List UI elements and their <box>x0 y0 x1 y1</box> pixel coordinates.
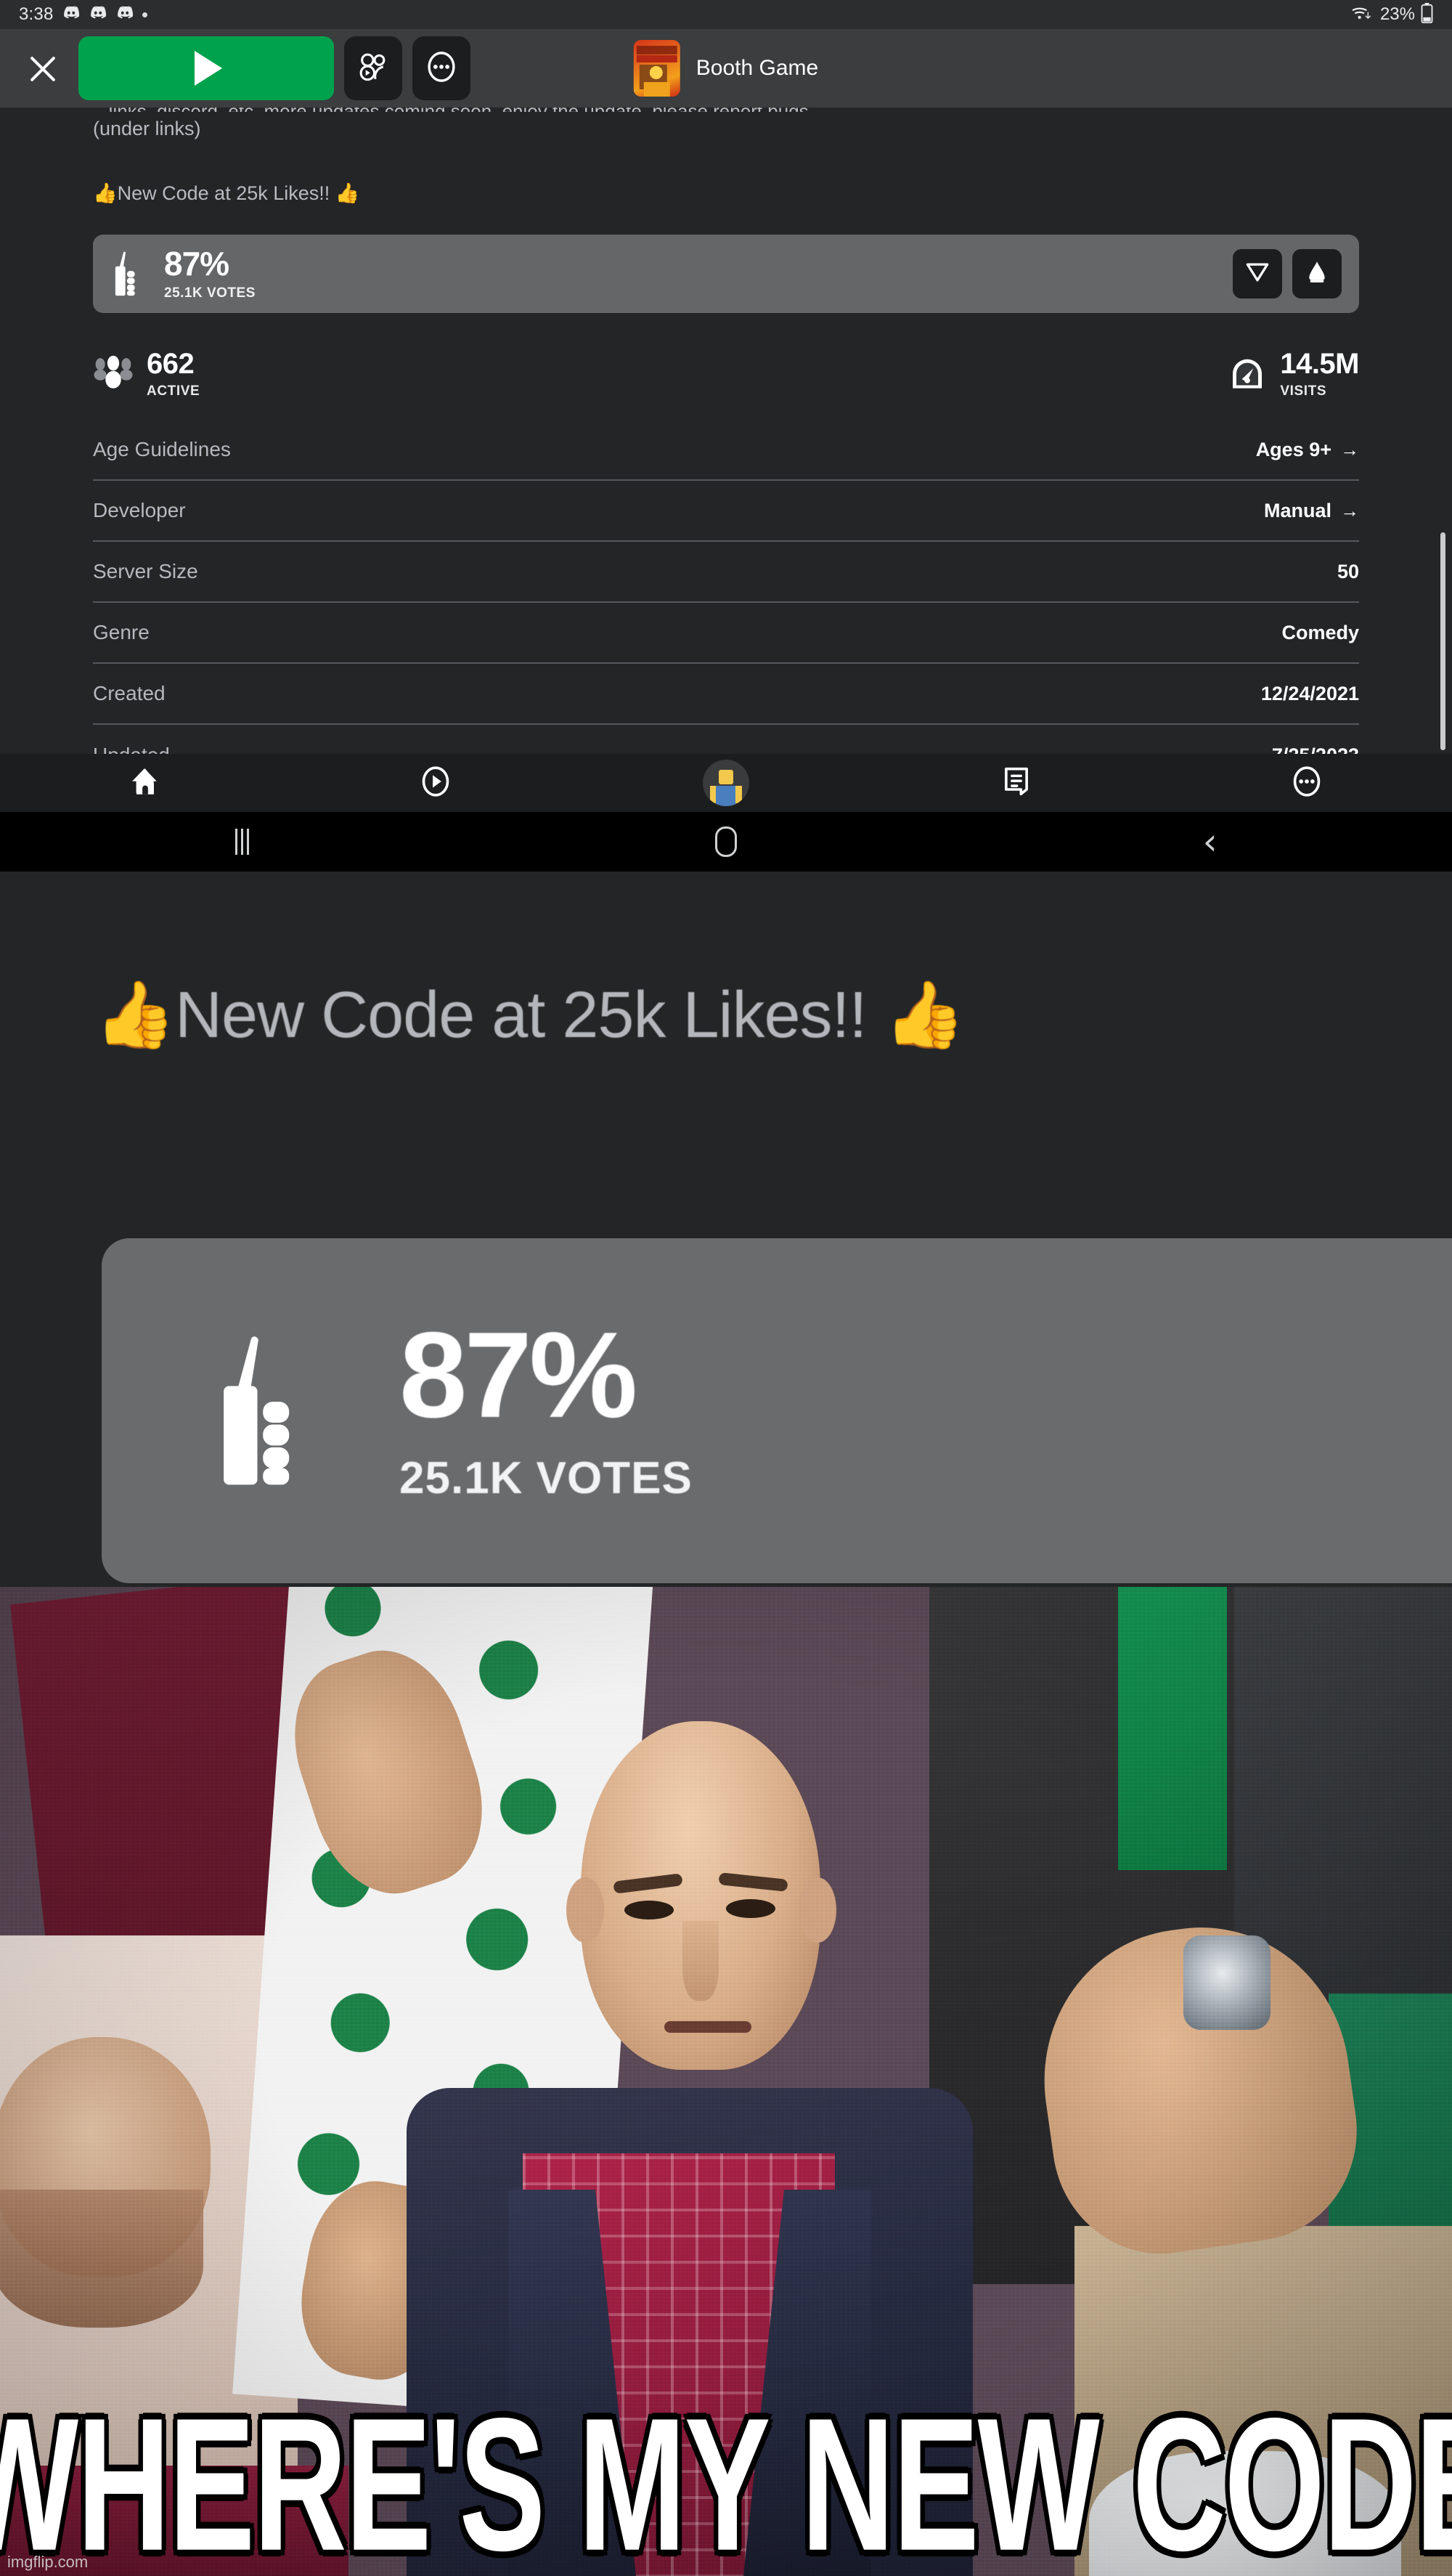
status-bar-left: 3:38 <box>19 4 147 25</box>
status-bar-right: 23% <box>1351 2 1433 27</box>
detail-value: Ages 9+ → <box>1256 439 1359 461</box>
close-icon[interactable] <box>22 47 64 89</box>
detail-value: Manual → <box>1264 500 1359 522</box>
description-under-links: (under links) <box>93 118 201 139</box>
battery-icon <box>1421 2 1433 27</box>
visits-stat: 14.5M VISITS <box>1228 349 1359 399</box>
vote-percent: 87% <box>164 244 229 283</box>
app-title-group: Booth Game <box>633 40 819 97</box>
vote-text-group: 87% 25.1K VOTES <box>164 247 256 301</box>
discord-icon <box>62 5 81 24</box>
play-button[interactable] <box>78 36 334 100</box>
battery-percent-label: 23% <box>1379 4 1415 24</box>
chevron-right-icon: → <box>1340 438 1359 460</box>
stats-row: 662 ACTIVE 14.5M VISITS <box>93 334 1359 414</box>
detail-value: 50 <box>1337 560 1359 582</box>
zoomed-vote-summary-bar: 87% 25.1K VOTES <box>102 1238 1452 1583</box>
home-icon <box>130 767 160 800</box>
app-header-bar: Booth Game <box>0 29 1452 107</box>
chevron-right-icon: → <box>1340 499 1359 521</box>
android-navigation-bar: ‹ <box>0 812 1452 871</box>
table-row: Created 12/24/2021 <box>93 664 1359 725</box>
table-row[interactable]: Age Guidelines Ages 9+ → <box>93 420 1359 481</box>
page-title: Booth Game <box>696 56 819 80</box>
game-details-table: Age Guidelines Ages 9+ → Developer Manua… <box>93 420 1359 754</box>
back-button[interactable]: ‹ <box>968 824 1452 860</box>
booth-game-thumbnail <box>633 40 680 97</box>
like-button[interactable] <box>1292 249 1342 298</box>
phone-screenshot-region: 3:38 23% Booth Game (under links) 👍New C… <box>0 0 1452 871</box>
more-options-icon <box>425 51 457 86</box>
dot-icon <box>142 12 147 17</box>
thumbs-up-icon <box>207 1335 334 1487</box>
recents-button[interactable] <box>0 829 484 855</box>
play-with-friends-icon <box>356 52 390 86</box>
detail-key: Updated <box>93 744 170 754</box>
active-players-label: ACTIVE <box>147 383 200 399</box>
status-bar-clock: 3:38 <box>19 4 54 24</box>
discover-play-icon <box>420 765 451 801</box>
vote-count: 25.1K VOTES <box>164 285 256 301</box>
active-players-stat: 662 ACTIVE <box>93 349 200 399</box>
vertical-scrollbar[interactable] <box>1440 532 1445 750</box>
zoomed-vote-text-group: 87% 25.1K VOTES <box>399 1307 693 1504</box>
back-chevron-icon: ‹ <box>1202 821 1218 863</box>
play-triangle-icon <box>195 51 222 86</box>
tab-home[interactable] <box>0 754 290 812</box>
meme-image-region: WHERE'S MY NEW CODE? imgflip.com <box>0 1587 1452 2576</box>
vote-buttons-group <box>1233 249 1342 298</box>
game-details-scroll-area[interactable]: ...links, discord, etc, more updates com… <box>0 107 1452 754</box>
detail-key: Created <box>93 682 166 704</box>
thumbs-up-filled-icon <box>1305 261 1329 288</box>
thumbs-up-icon <box>110 251 148 296</box>
detail-key: Developer <box>93 499 186 521</box>
recents-icon <box>234 829 249 855</box>
detail-value: 7/25/2023 <box>1272 744 1359 755</box>
wifi-transfer-icon <box>1351 4 1374 25</box>
avatar <box>703 760 749 806</box>
description-clipped-line: ...links, discord, etc, more updates com… <box>93 107 1037 112</box>
detail-value-text: Manual <box>1263 499 1331 521</box>
imgflip-watermark: imgflip.com <box>7 2553 89 2571</box>
table-row: Genre Comedy <box>93 603 1359 664</box>
dislike-button[interactable] <box>1233 249 1282 298</box>
visits-label: VISITS <box>1280 383 1327 399</box>
speedometer-icon <box>1228 354 1267 394</box>
vote-summary-bar: 87% 25.1K VOTES <box>93 235 1359 313</box>
thumbs-down-outline-icon <box>1244 261 1270 287</box>
tab-avatar[interactable] <box>581 754 871 812</box>
discord-icon <box>89 5 107 24</box>
tab-discover[interactable] <box>290 754 581 812</box>
detail-key: Server Size <box>93 560 198 582</box>
tab-more[interactable] <box>1162 754 1452 812</box>
discord-icon <box>115 5 134 24</box>
more-options-button[interactable] <box>412 36 470 100</box>
chat-icon <box>1003 765 1030 801</box>
table-row: Server Size 50 <box>93 542 1359 603</box>
bottom-tab-bar <box>0 754 1452 812</box>
status-bar: 3:38 23% <box>0 0 1452 29</box>
tab-chat[interactable] <box>871 754 1162 812</box>
people-group-icon <box>93 354 134 395</box>
zoomed-vote-percent: 87% <box>399 1307 637 1444</box>
zoomed-vote-count: 25.1K VOTES <box>399 1452 693 1503</box>
meme-caption-text: WHERE'S MY NEW CODE? <box>0 2378 1452 2576</box>
active-players-value: 662 <box>147 347 195 380</box>
zoomed-crop-region: 👍New Code at 25k Likes!! 👍 87% 25.1K VOT… <box>0 871 1452 1587</box>
detail-value-text: Ages 9+ <box>1255 438 1331 460</box>
table-row: Updated 7/25/2023 <box>93 725 1359 754</box>
play-with-friends-button[interactable] <box>344 36 402 100</box>
description-new-code: 👍New Code at 25k Likes!! 👍 <box>93 182 360 204</box>
detail-value: Comedy <box>1281 621 1359 643</box>
more-dots-icon <box>1292 765 1322 801</box>
detail-key: Genre <box>93 621 150 643</box>
detail-key: Age Guidelines <box>93 438 231 460</box>
zoomed-new-code-text: 👍New Code at 25k Likes!! 👍 <box>94 979 966 1052</box>
table-row[interactable]: Developer Manual → <box>93 481 1359 542</box>
detail-value: 12/24/2021 <box>1260 682 1359 704</box>
home-button-icon <box>715 826 737 857</box>
visits-value: 14.5M <box>1280 347 1359 380</box>
home-button[interactable] <box>484 826 968 857</box>
